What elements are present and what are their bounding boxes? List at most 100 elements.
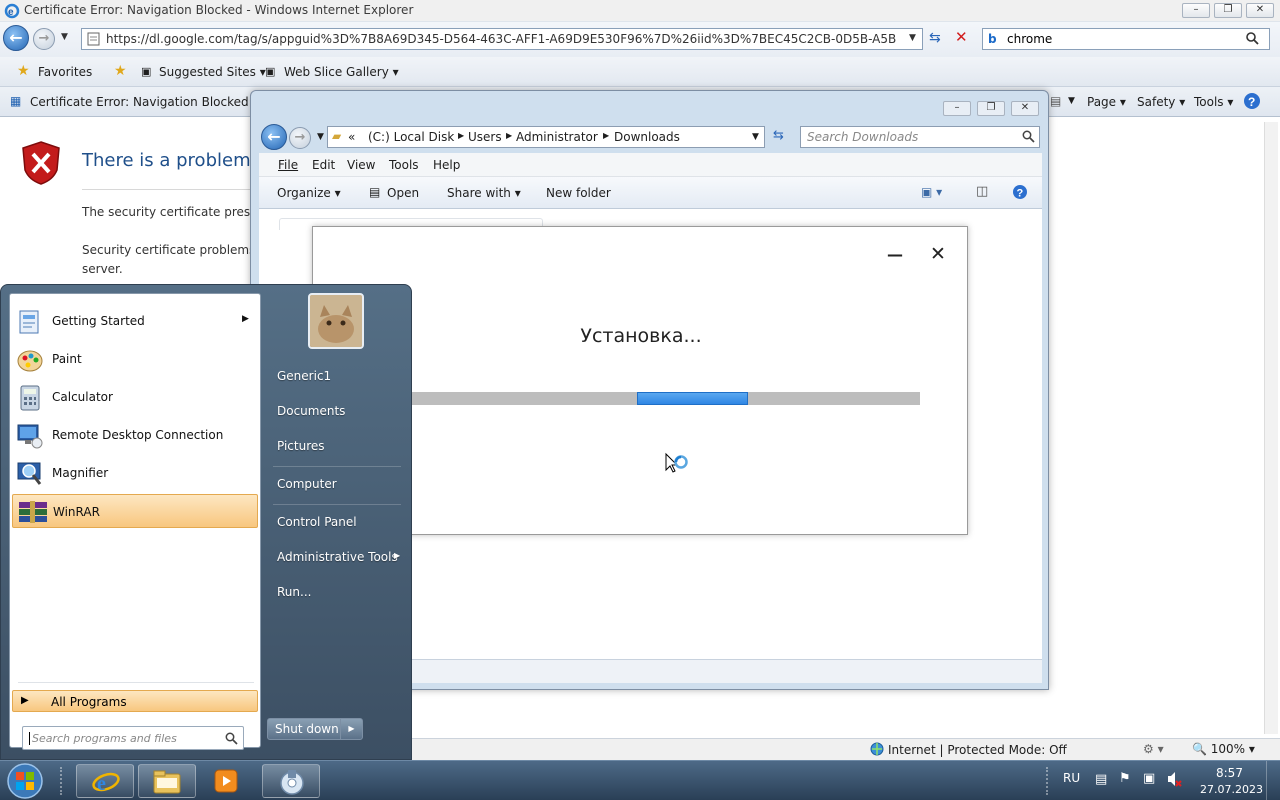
program-magnifier[interactable]: Magnifier [12,456,258,490]
tray-flag-icon[interactable]: ⚑ [1119,771,1131,786]
url-dropdown-icon[interactable]: ▼ [909,33,919,43]
page-menu[interactable]: Page ▾ [1087,95,1126,109]
start-link-run[interactable]: Run... [277,585,311,599]
language-indicator[interactable]: RU [1063,771,1080,785]
busy-cursor-icon [664,452,692,480]
maximize-button[interactable]: ❐ [1214,3,1242,18]
svg-text:?: ? [1248,95,1255,109]
tab-certificate-error[interactable]: Certificate Error: Navigation Blocked [30,95,249,109]
menu-tools[interactable]: Tools [389,158,419,172]
program-calculator[interactable]: Calculator [12,380,258,414]
breadcrumb-downloads[interactable]: Downloads [614,130,680,144]
url-text: https://dl.google.com/tag/s/appguid%3D%7… [106,32,896,46]
zoom-value: 100% [1210,742,1246,756]
start-link-control-panel[interactable]: Control Panel [277,515,357,529]
start-link-documents[interactable]: Documents [277,404,345,418]
breadcrumb-local-disk[interactable]: (C:) Local Disk [368,130,454,144]
close-button[interactable]: ✕ [1246,3,1274,18]
explorer-refresh-icon[interactable]: ⇆ [773,128,784,143]
suggested-sites-link[interactable]: Suggested Sites ▾ [159,65,266,79]
breadcrumb-administrator[interactable]: Administrator [516,130,598,144]
print-icon[interactable]: ▤ [1050,94,1061,108]
refresh-icon[interactable]: ⇆ [929,30,941,46]
explorer-close-button[interactable]: ✕ [1011,101,1039,116]
ie-icon: e [4,3,20,19]
ie-scrollbar[interactable] [1264,122,1278,734]
explorer-address-bar[interactable]: ▰ « (C:) Local Disk ▶ Users ▶ Administra… [327,126,765,148]
media-player-icon[interactable] [212,767,240,795]
tools-menu[interactable]: Tools ▾ [1194,95,1233,109]
favorites-button[interactable]: Favorites [38,65,92,79]
new-folder-button[interactable]: New folder [546,186,611,200]
menu-help[interactable]: Help [433,158,460,172]
start-link-pictures[interactable]: Pictures [277,439,325,453]
explorer-maximize-button[interactable]: ❐ [977,101,1005,116]
history-dropdown-icon[interactable]: ▼ [61,32,68,42]
start-link-computer[interactable]: Computer [277,477,337,491]
start-link-user[interactable]: Generic1 [277,369,331,383]
explorer-search-icon[interactable] [1022,130,1035,143]
cert-text-line2: Security certificate problems [82,243,256,257]
clock-date[interactable]: 27.07.2023 [1200,783,1263,796]
explorer-history-icon[interactable]: ▼ [317,132,324,142]
address-dropdown-icon[interactable]: ▼ [752,132,759,142]
taskbar-installer-button[interactable] [262,764,320,798]
tray-volume-muted-icon[interactable] [1166,770,1182,788]
tray-notes-icon[interactable]: ▤ [1095,772,1107,787]
explorer-back-button[interactable]: ← [261,124,287,150]
menu-view[interactable]: View [347,158,375,172]
all-programs-button[interactable]: ▶ All Programs [12,690,258,712]
menu-file[interactable]: File [278,158,298,172]
start-link-administrative-tools[interactable]: Administrative Tools [277,550,398,564]
taskbar-explorer-button[interactable] [138,764,196,798]
view-options-icon[interactable]: ▣ ▾ [921,185,942,199]
explorer-help-icon[interactable]: ? [1012,184,1028,200]
show-desktop-button[interactable] [1266,761,1280,800]
address-bar[interactable]: https://dl.google.com/tag/s/appguid%3D%7… [81,28,923,50]
open-button[interactable]: Open [387,186,419,200]
search-icon[interactable] [1245,31,1259,45]
add-favorite-icon[interactable]: ★ [114,63,127,79]
tray-network-icon[interactable]: ▣ [1143,771,1155,786]
explorer-minimize-button[interactable]: – [943,101,971,116]
ie-search-box[interactable]: b chrome [982,28,1270,50]
user-avatar[interactable] [308,293,364,349]
help-icon[interactable]: ? [1243,92,1261,110]
safety-menu[interactable]: Safety ▾ [1137,95,1185,109]
installer-close-button[interactable]: ✕ [930,243,946,265]
start-button[interactable] [4,761,46,800]
program-winrar[interactable]: WinRAR [12,494,258,528]
ie-taskbar-icon: e [91,768,121,796]
organize-button[interactable]: Organize ▾ [277,186,341,200]
program-remote-desktop[interactable]: Remote Desktop Connection [12,418,258,452]
installer-minimize-button[interactable]: — [887,245,903,264]
program-getting-started[interactable]: Getting Started ▶ [12,304,258,338]
zoom-control[interactable]: 🔍 100% ▾ [1192,742,1255,756]
start-search-input[interactable]: Search programs and files [22,726,244,750]
share-with-label: Share with [447,186,511,200]
program-paint[interactable]: Paint [12,342,258,376]
menu-edit[interactable]: Edit [312,158,335,172]
security-icon[interactable]: ⚙ ▾ [1143,742,1164,756]
explorer-search-placeholder: Search Downloads [807,130,919,144]
breadcrumb-overflow[interactable]: « [348,130,355,144]
web-slice-gallery-label: Web Slice Gallery [284,65,389,79]
explorer-forward-button[interactable]: → [289,127,311,149]
web-slice-gallery-link[interactable]: Web Slice Gallery ▾ [284,65,399,79]
start-search-icon[interactable] [225,732,238,745]
programs-divider [18,682,254,683]
print-dropdown-icon[interactable]: ▼ [1068,96,1075,106]
forward-button[interactable]: → [33,28,55,50]
taskbar-grip [60,767,66,795]
clock-time[interactable]: 8:57 [1216,766,1243,780]
share-with-button[interactable]: Share with ▾ [447,186,521,200]
shutdown-button[interactable]: Shut down ▶ [267,718,363,740]
shutdown-options-icon[interactable]: ▶ [340,719,362,739]
explorer-search-input[interactable]: Search Downloads [800,126,1040,148]
minimize-button[interactable]: – [1182,3,1210,18]
preview-pane-icon[interactable]: ◫ [976,184,988,199]
breadcrumb-users[interactable]: Users [468,130,502,144]
stop-icon[interactable]: ✕ [955,28,968,46]
back-button[interactable]: ← [3,25,29,51]
taskbar-ie-button[interactable]: e [76,764,134,798]
